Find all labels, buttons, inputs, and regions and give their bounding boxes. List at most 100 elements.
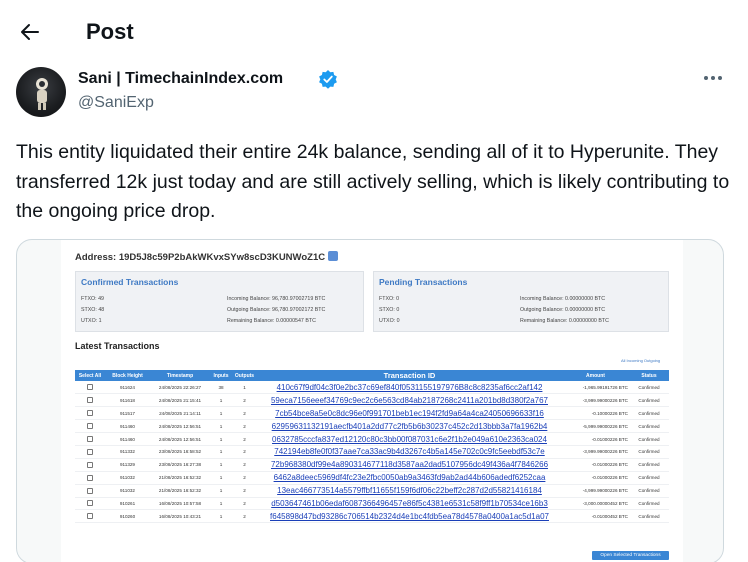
- select-cell[interactable]: [75, 381, 105, 395]
- row-checkbox[interactable]: [87, 474, 93, 481]
- block-height-cell: 911032: [105, 484, 150, 498]
- outputs-cell: 2: [232, 393, 257, 408]
- amount-cell: -0.01000452 BTC: [562, 509, 629, 524]
- row-checkbox[interactable]: [87, 461, 93, 468]
- select-cell[interactable]: [75, 471, 105, 485]
- row-checkbox[interactable]: [87, 410, 93, 417]
- status-cell: Confirmed: [629, 419, 669, 434]
- table-row: 911618 24/08/2025 21:15:41 1 2 59eca7156eeef…: [75, 393, 669, 408]
- row-checkbox[interactable]: [87, 384, 93, 391]
- transaction-id-link[interactable]: f645898d47bd93286c706514b2324d4e1bc4fdb5…: [257, 509, 562, 524]
- table-row: 911517 24/08/2025 21:14:11 1 2 7cb54bce8a5e0…: [75, 406, 669, 421]
- outputs-cell: 2: [232, 484, 257, 498]
- transaction-id-link[interactable]: 59eca7156eeef34769c9ec2c6e563cd84ab21872…: [257, 393, 562, 408]
- block-height-cell: 911517: [105, 406, 150, 421]
- timestamp-cell: 23/08/2025 16:27:38: [150, 458, 210, 472]
- table-row: 911460 24/08/2025 12:56:51 1 2 6295963113219…: [75, 419, 669, 434]
- timestamp-cell: 24/08/2025 21:14:11: [150, 406, 210, 421]
- outputs-cell: 2: [232, 497, 257, 511]
- inputs-cell: 1: [210, 497, 232, 511]
- row-checkbox[interactable]: [87, 513, 93, 520]
- select-cell[interactable]: [75, 484, 105, 498]
- outputs-cell: 2: [232, 458, 257, 472]
- confirmed-utxo: UTXO: 1: [81, 318, 102, 324]
- post-media[interactable]: Address: 19D5J8c59P2bAkWKvxSYw8scD3KUNWo…: [16, 239, 724, 562]
- status-cell: Confirmed: [629, 458, 669, 472]
- author-name[interactable]: Sani | TimechainIndex.com: [78, 70, 283, 88]
- open-selected-button[interactable]: Open Selected Transactions: [592, 551, 669, 560]
- timestamp-cell: 21/08/2025 16:52:32: [150, 471, 210, 485]
- transaction-id-link[interactable]: 6462a8deec5969df4fc23e2fbc0050ab9a3463fd…: [257, 471, 562, 485]
- arrow-left-icon: [21, 24, 39, 40]
- table-row: 911332 23/08/2025 16:58:52 1 2 742194eb8fe0f…: [75, 445, 669, 459]
- transaction-id-link[interactable]: 0632785cccfa837ed12120c80c3bb00f087031c6…: [257, 432, 562, 446]
- select-cell[interactable]: [75, 406, 105, 421]
- column-header: Outputs: [232, 370, 257, 381]
- row-checkbox[interactable]: [87, 397, 93, 404]
- more-options-button[interactable]: [700, 68, 726, 88]
- inputs-cell: 38: [210, 381, 232, 395]
- select-cell[interactable]: [75, 419, 105, 434]
- table-row: 910260 16/08/2025 10:43:21 1 2 f645898d47bd9…: [75, 509, 669, 524]
- pending-title: Pending Transactions: [379, 277, 468, 287]
- block-height-cell: 911618: [105, 393, 150, 408]
- select-cell[interactable]: [75, 432, 105, 446]
- avatar[interactable]: [16, 67, 66, 117]
- pending-incoming: Incoming Balance: 0.00000000 BTC: [520, 296, 606, 302]
- pending-remaining: Remaining Balance: 0.00000000 BTC: [520, 318, 609, 324]
- amount-cell: -3,000.00000452 BTC: [562, 497, 629, 511]
- column-header: Inputs: [210, 370, 232, 381]
- row-checkbox[interactable]: [87, 487, 93, 494]
- pending-stxo: STXO: 0: [379, 307, 400, 313]
- transaction-id-link[interactable]: 13eac466773514a5579ffbf11655f159f6df06c2…: [257, 484, 562, 498]
- block-height-cell: 910261: [105, 497, 150, 511]
- amount-cell: -0.01000226 BTC: [562, 471, 629, 485]
- timestamp-cell: 16/08/2025 10:57:58: [150, 497, 210, 511]
- status-cell: Confirmed: [629, 484, 669, 498]
- transaction-id-link[interactable]: d503647461b06edaf6087366496457e86f5c4381…: [257, 497, 562, 511]
- transaction-id-link[interactable]: 72b968380df99e4a890314677118d3587aa2dad5…: [257, 458, 562, 472]
- row-checkbox[interactable]: [87, 423, 93, 430]
- select-cell[interactable]: [75, 458, 105, 472]
- wallet-address: Address: 19D5J8c59P2bAkWKvxSYw8scD3KUNWo…: [75, 251, 339, 263]
- row-checkbox[interactable]: [87, 436, 93, 442]
- inputs-cell: 1: [210, 432, 232, 446]
- transaction-id-link[interactable]: 742194eb8fe0f0f37aae7ca33ac9b4d3267c4b5a…: [257, 445, 562, 459]
- select-cell[interactable]: [75, 497, 105, 511]
- select-cell[interactable]: [75, 509, 105, 524]
- transaction-id-link[interactable]: 62959631132191aecfb401a2dd77c2fb5b6b3023…: [257, 419, 562, 434]
- outputs-cell: 2: [232, 471, 257, 485]
- astronaut-avatar-icon: [36, 78, 48, 110]
- column-header: Amount: [562, 370, 629, 381]
- confirmed-stxo: STXO: 48: [81, 307, 105, 313]
- row-checkbox[interactable]: [87, 500, 93, 507]
- status-cell: Confirmed: [629, 497, 669, 511]
- column-header[interactable]: Select All: [75, 370, 105, 381]
- transaction-id-link[interactable]: 7cb54bce8a5e0c8dc96e0f991701beb1ec194f2f…: [257, 406, 562, 421]
- table-row: 911460 24/08/2025 12:56:51 1 2 0632785cccfa8…: [75, 432, 669, 446]
- status-cell: Confirmed: [629, 406, 669, 421]
- post-header: Post: [0, 0, 748, 64]
- transaction-id-link[interactable]: 410c67f9df04c3f0e2bc37c69ef840f053115519…: [257, 381, 562, 395]
- amount-cell: -1,965.99191726 BTC: [562, 381, 629, 395]
- inputs-cell: 1: [210, 484, 232, 498]
- select-cell[interactable]: [75, 393, 105, 408]
- select-cell[interactable]: [75, 445, 105, 459]
- table-row: 911032 21/08/2025 16:52:32 1 2 6462a8deec596…: [75, 471, 669, 485]
- column-header: Block Height: [105, 370, 150, 381]
- confirmed-incoming: Incoming Balance: 96,780.97002719 BTC: [227, 296, 326, 302]
- row-checkbox[interactable]: [87, 448, 93, 455]
- author-handle[interactable]: @SaniExp: [78, 94, 154, 112]
- status-cell: Confirmed: [629, 381, 669, 395]
- status-cell: Confirmed: [629, 445, 669, 459]
- timestamp-cell: 16/08/2025 10:43:21: [150, 509, 210, 524]
- confirmed-panel: Confirmed Transactions FTXO: 49 STXO: 48…: [75, 271, 364, 332]
- column-header: Status: [629, 370, 669, 381]
- block-height-cell: 911624: [105, 381, 150, 395]
- table-row: 911032 21/08/2025 16:52:32 1 2 13eac46677351…: [75, 484, 669, 498]
- status-cell: Confirmed: [629, 393, 669, 408]
- direction-filter: All Incoming Outgoing: [621, 358, 661, 363]
- back-button[interactable]: [14, 16, 46, 48]
- column-header: Timestamp: [150, 370, 210, 381]
- more-dot-icon: [704, 76, 708, 80]
